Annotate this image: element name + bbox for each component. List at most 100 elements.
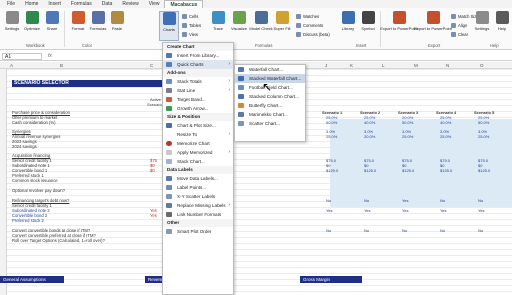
scenario-cell[interactable]: Yes <box>364 208 371 213</box>
model-check-button[interactable]: Model Check <box>249 11 273 41</box>
scenario-cell[interactable]: 40.0% <box>364 120 375 125</box>
column-header[interactable]: A <box>10 62 13 69</box>
menu-item-stat-line[interactable]: Stat Line › <box>163 86 233 95</box>
column-header[interactable]: J <box>325 62 327 69</box>
scenario-cell[interactable]: 25.0% <box>478 134 489 139</box>
scenario-cell[interactable]: No <box>326 228 331 233</box>
scenario-cell[interactable]: No <box>364 228 369 233</box>
column-header[interactable]: N <box>446 62 449 69</box>
tab-file[interactable]: File <box>2 0 20 8</box>
optimize-button[interactable]: Optimize <box>22 11 42 41</box>
formulas-button[interactable]: Formulas <box>88 11 108 41</box>
menu-item-move-data-labels[interactable]: Move Data Labels... <box>163 174 233 183</box>
submenu-item-butterfly[interactable]: Butterfly Chart... <box>235 101 305 110</box>
scenario-cell[interactable]: Yes <box>478 208 485 213</box>
tab-view[interactable]: View <box>144 0 165 8</box>
scenario-cell[interactable]: No <box>364 198 369 203</box>
view-menu[interactable]: View <box>182 32 198 37</box>
scenario-cell[interactable]: 25.0% <box>402 134 413 139</box>
scenario-cell[interactable]: No <box>440 228 445 233</box>
label-points-icon <box>166 185 172 190</box>
symbol-button[interactable]: Symbol <box>358 11 378 41</box>
scenario-cell[interactable]: No <box>402 228 407 233</box>
scenario-cell[interactable]: 40.0% <box>440 120 451 125</box>
menu-item-stack-chart[interactable]: Stack Chart... <box>163 157 233 166</box>
tab-home[interactable]: Home <box>20 0 43 8</box>
scenario-cell[interactable]: 25.0% <box>440 134 451 139</box>
submenu-item-marimekko[interactable]: Marimekko Chart... <box>235 110 305 119</box>
submenu-item-waterfall[interactable]: Waterfall Chart... <box>235 65 305 74</box>
share-button[interactable]: Share <box>42 11 62 41</box>
menu-item-resize-to[interactable]: Resize To › <box>163 130 233 139</box>
help-button[interactable]: Help <box>492 11 512 41</box>
comments-menu[interactable]: Comments <box>296 23 323 28</box>
export-powerpoint-2-button[interactable]: Export to PowerPoint <box>414 11 452 41</box>
scenario-cell[interactable]: Yes <box>402 198 409 203</box>
scenario-cell[interactable]: 50.0% <box>326 120 337 125</box>
export-powerpoint-button[interactable]: Export to PowerPoint <box>380 11 418 41</box>
menu-item-apply-memorized[interactable]: Apply Memorized › <box>163 148 233 157</box>
clear-menu[interactable]: Clear <box>451 32 468 37</box>
scenario-cell[interactable]: Yes <box>440 208 447 213</box>
tab-insert[interactable]: Insert <box>43 0 66 8</box>
library-button[interactable]: Library <box>338 11 358 41</box>
menu-item-target-band[interactable]: Target Band... <box>163 95 233 104</box>
menu-item-chart-plot-size[interactable]: Chart & Plot Size... <box>163 121 233 130</box>
trace-button[interactable]: Trace <box>208 11 228 41</box>
watches-menu[interactable]: Watches <box>296 14 319 19</box>
menu-item-label-points[interactable]: Label Points... <box>163 183 233 192</box>
scenario-cell[interactable]: 25.0% <box>326 134 337 139</box>
scenario-cell[interactable]: Yes <box>326 208 333 213</box>
scenario-cell[interactable]: No <box>326 198 331 203</box>
column-header[interactable]: O <box>480 62 484 69</box>
tab-data[interactable]: Data <box>97 0 118 8</box>
cells-menu[interactable]: Cells <box>182 14 198 19</box>
name-box[interactable]: A1 <box>2 53 42 60</box>
scenario-cell[interactable]: $125.0 <box>364 168 376 173</box>
menu-item-xy-scatter-labels[interactable]: X-Y Scatter Labels <box>163 192 233 201</box>
scenario-cell[interactable]: Yes <box>402 208 409 213</box>
format-button[interactable]: Format <box>68 11 88 41</box>
column-header[interactable]: C <box>150 62 153 69</box>
scenario-cell[interactable]: 50.0% <box>402 120 413 125</box>
tables-menu[interactable]: Tables <box>182 23 201 28</box>
scenario-cell[interactable]: No <box>478 228 483 233</box>
menu-item-growth-arrow[interactable]: Growth Arrow... <box>163 104 233 113</box>
menu-section-create: Create Chart <box>163 43 233 51</box>
align-menu[interactable]: Align <box>451 23 467 28</box>
submenu-item-scatter[interactable]: Scatter Chart... <box>235 119 305 128</box>
tab-review[interactable]: Review <box>117 0 143 8</box>
football-field-icon <box>238 85 244 90</box>
menu-item-stack-totals[interactable]: Stack Totals › <box>163 77 233 86</box>
link-formats-icon <box>166 212 172 217</box>
chart-size-icon <box>166 123 172 128</box>
scenario-cell[interactable]: $125.0 <box>326 168 338 173</box>
column-header[interactable]: B <box>60 62 63 69</box>
menu-item-link-number-formats[interactable]: Link Number Formats <box>163 210 233 219</box>
menu-item-memorize-chart[interactable]: Memorize Chart <box>163 139 233 148</box>
mouse-cursor-icon: ↖ <box>262 80 273 94</box>
scenario-cell[interactable]: 50.0% <box>478 120 489 125</box>
discuss-menu[interactable]: Discuss (beta) <box>296 32 330 37</box>
scenario-cell[interactable]: $125.0 <box>478 168 490 173</box>
column-header[interactable]: K <box>350 62 353 69</box>
settings-2-button[interactable]: Settings <box>472 11 492 41</box>
settings-button[interactable]: Settings <box>2 11 22 41</box>
scenario-cell[interactable]: No <box>440 198 445 203</box>
paste-button[interactable]: Paste <box>107 11 127 41</box>
scenario-cell[interactable]: No <box>478 198 483 203</box>
menu-item-insert-from-library[interactable]: Insert From Library... <box>163 51 233 60</box>
charts-button[interactable]: Charts <box>159 11 179 41</box>
menu-item-quick-charts[interactable]: Quick Charts › <box>163 60 233 69</box>
column-header[interactable]: M <box>414 62 418 69</box>
menu-item-smart-plot-order[interactable]: Smart Plot Order <box>163 227 233 236</box>
visualize-button[interactable]: Visualize <box>229 11 249 41</box>
scenario-cell[interactable]: $125.0 <box>440 168 452 173</box>
scenario-cell[interactable]: 20.0% <box>364 134 375 139</box>
super-fill-button[interactable]: Super Fill <box>272 11 292 41</box>
tab-formulas[interactable]: Formulas <box>66 0 97 8</box>
scenario-cell[interactable]: $125.0 <box>402 168 414 173</box>
ribbon: Settings Optimize Share Format Formulas … <box>0 8 512 50</box>
column-header[interactable]: L <box>382 62 385 69</box>
menu-item-replace-missing-labels[interactable]: Replace Missing Labels › <box>163 201 233 210</box>
